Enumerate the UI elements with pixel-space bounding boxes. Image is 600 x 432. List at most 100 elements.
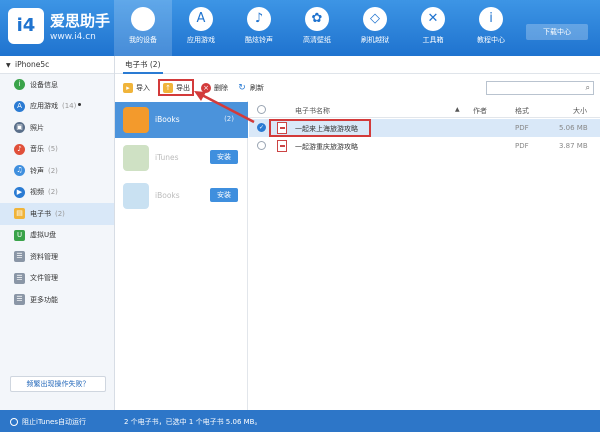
book-app-icon bbox=[123, 183, 149, 209]
sidebar-icon: ☰ bbox=[14, 272, 25, 284]
sidebar-item-count: (2) bbox=[48, 188, 58, 197]
top-nav: 我的设备 A 应用游戏 ♪ 酷炫铃声 ✿ 高清壁纸 ◇ 刷机越狱 ✕ 工具箱 i 教程中心 bbox=[114, 0, 520, 56]
search-icon: ⌕ bbox=[585, 83, 590, 92]
box-icon: ◇ bbox=[363, 7, 387, 31]
nav-label: 高清壁纸 bbox=[303, 36, 331, 44]
install-button[interactable]: 安装 bbox=[210, 150, 238, 164]
nav-item-2[interactable]: ♪ 酷炫铃声 bbox=[230, 0, 288, 56]
sidebar-icon: ▶ bbox=[14, 186, 25, 198]
sidebar-icon: i bbox=[14, 79, 25, 91]
flower-icon: ✿ bbox=[305, 7, 329, 31]
ebook-format: PDF bbox=[515, 142, 529, 150]
pdf-file-icon bbox=[277, 140, 287, 152]
device-name: iPhone5c bbox=[15, 60, 50, 69]
source-name: iBooks bbox=[155, 115, 180, 124]
column-name[interactable]: 电子书名称 bbox=[295, 106, 330, 116]
install-button[interactable]: 安装 bbox=[210, 188, 238, 202]
itunes-toggle-label: 阻止iTunes自动运行 bbox=[22, 418, 86, 426]
table-row[interactable]: ✓ 一起来上海旅游攻略 PDF 5.06 MB bbox=[249, 119, 600, 137]
sidebar-icon: A bbox=[14, 100, 25, 112]
download-center-button[interactable]: 下载中心 bbox=[526, 24, 588, 40]
sidebar-item-label: 应用游戏 bbox=[30, 102, 58, 111]
sidebar-item-label: 文件管理 bbox=[30, 274, 58, 283]
annotation-arrow bbox=[194, 91, 255, 124]
table-row[interactable]: 一起游重庆旅游攻略 PDF 3.87 MB bbox=[249, 137, 600, 155]
sidebar-item-3[interactable]: ♪ 音乐 (5) bbox=[0, 139, 114, 161]
book-app-icon bbox=[123, 145, 149, 171]
sidebar-item-count: (2) bbox=[48, 166, 58, 175]
search-input[interactable]: ⌕ bbox=[486, 81, 594, 95]
source-item-2[interactable]: iBooks 安装 bbox=[115, 178, 248, 214]
nav-item-1[interactable]: A 应用游戏 bbox=[172, 0, 230, 56]
nav-label: 刷机越狱 bbox=[361, 36, 389, 44]
sidebar-item-5[interactable]: ▶ 视频 (2) bbox=[0, 182, 114, 204]
selected-row-highlight bbox=[269, 119, 371, 137]
apple-icon bbox=[131, 7, 155, 31]
sidebar-item-7[interactable]: U 虚拟U盘 bbox=[0, 225, 114, 247]
table-header: 电子书名称 ▲ 作者 格式 大小 bbox=[249, 101, 600, 118]
itunes-toggle[interactable]: 阻止iTunes自动运行 bbox=[10, 417, 86, 427]
ebook-size: 3.87 MB bbox=[559, 142, 588, 150]
nav-item-3[interactable]: ✿ 高清壁纸 bbox=[288, 0, 346, 56]
nav-item-6[interactable]: i 教程中心 bbox=[462, 0, 520, 56]
export-highlight bbox=[158, 79, 194, 96]
app-header: i4 爱思助手 www.i4.cn 我的设备 A 应用游戏 ♪ 酷炫铃声 ✿ 高清壁纸 ◇ 刷机… bbox=[0, 0, 600, 56]
tab-ebooks[interactable]: 电子书 (2) bbox=[123, 56, 163, 74]
sort-icon[interactable]: ▲ bbox=[455, 106, 460, 113]
sidebar-item-label: 资料管理 bbox=[30, 252, 58, 261]
info-icon: i bbox=[479, 7, 503, 31]
ebook-format: PDF bbox=[515, 124, 529, 132]
new-dot-icon bbox=[78, 102, 82, 106]
source-item-1[interactable]: iTunes 安装 bbox=[115, 140, 248, 176]
radio-icon bbox=[10, 418, 18, 426]
sidebar-item-count: (5) bbox=[48, 145, 58, 154]
help-button[interactable]: 频繁出现操作失败？ bbox=[10, 376, 106, 392]
import-label: 导入 bbox=[136, 84, 150, 92]
column-size[interactable]: 大小 bbox=[573, 106, 587, 116]
sidebar-item-2[interactable]: ▣ 照片 bbox=[0, 117, 114, 139]
sidebar-icon: U bbox=[14, 229, 25, 241]
sidebar-item-label: 虚拟U盘 bbox=[30, 231, 57, 240]
nav-item-5[interactable]: ✕ 工具箱 bbox=[404, 0, 462, 56]
chevron-down-icon: ▼ bbox=[6, 62, 11, 69]
sidebar-item-label: 电子书 bbox=[30, 209, 51, 218]
tools-icon: ✕ bbox=[421, 7, 445, 31]
sidebar: ▼ iPhone5c i 设备信息 A 应用游戏 (14) ▣ 照片 ♪ 音乐 (5) ♫ 铃声 (2)… bbox=[0, 56, 115, 410]
nav-label: 应用游戏 bbox=[187, 36, 215, 44]
ibooks-icon bbox=[123, 107, 149, 133]
sidebar-item-label: 音乐 bbox=[30, 145, 44, 154]
sidebar-item-label: 更多功能 bbox=[30, 295, 58, 304]
app-store-icon: A bbox=[189, 7, 213, 31]
nav-item-0[interactable]: 我的设备 bbox=[114, 0, 172, 56]
source-name: iBooks bbox=[155, 191, 180, 200]
sidebar-icon: ▤ bbox=[14, 208, 25, 220]
ebook-sources: iBooks (2) iTunes 安装 iBooks 安装 bbox=[115, 101, 248, 410]
sidebar-item-1[interactable]: A 应用游戏 (14) bbox=[0, 96, 114, 118]
ebook-size: 5.06 MB bbox=[559, 124, 588, 132]
sidebar-item-9[interactable]: ☰ 文件管理 bbox=[0, 268, 114, 290]
nav-label: 工具箱 bbox=[422, 36, 444, 44]
column-author[interactable]: 作者 bbox=[473, 106, 487, 116]
source-name: iTunes bbox=[155, 153, 179, 162]
sidebar-icon: ☰ bbox=[14, 294, 25, 306]
sidebar-item-6[interactable]: ▤ 电子书 (2) bbox=[0, 203, 114, 225]
sidebar-item-4[interactable]: ♫ 铃声 (2) bbox=[0, 160, 114, 182]
sidebar-item-count: (2) bbox=[55, 209, 65, 218]
column-format[interactable]: 格式 bbox=[515, 106, 529, 116]
brand-name: 爱思助手 bbox=[50, 12, 111, 30]
nav-label: 酷炫铃声 bbox=[245, 36, 273, 44]
bell-icon: ♪ bbox=[247, 7, 271, 31]
nav-label: 教程中心 bbox=[477, 36, 505, 44]
status-bar: 阻止iTunes自动运行 2 个电子书，已选中 1 个电子书 5.06 MB。 bbox=[0, 410, 600, 432]
import-button[interactable]: ▸ 导入 bbox=[123, 81, 150, 95]
content-tabs: 电子书 (2) bbox=[115, 56, 600, 74]
sidebar-item-8[interactable]: ☰ 资料管理 bbox=[0, 246, 114, 268]
sidebar-icon: ♫ bbox=[14, 165, 25, 177]
sidebar-item-0[interactable]: i 设备信息 bbox=[0, 74, 114, 96]
row-checkbox[interactable] bbox=[257, 141, 266, 150]
sidebar-item-label: 照片 bbox=[30, 123, 44, 132]
nav-item-4[interactable]: ◇ 刷机越狱 bbox=[346, 0, 404, 56]
app-logo: i4 bbox=[8, 8, 44, 44]
sidebar-item-10[interactable]: ☰ 更多功能 bbox=[0, 289, 114, 311]
device-selector[interactable]: ▼ iPhone5c bbox=[0, 56, 114, 74]
